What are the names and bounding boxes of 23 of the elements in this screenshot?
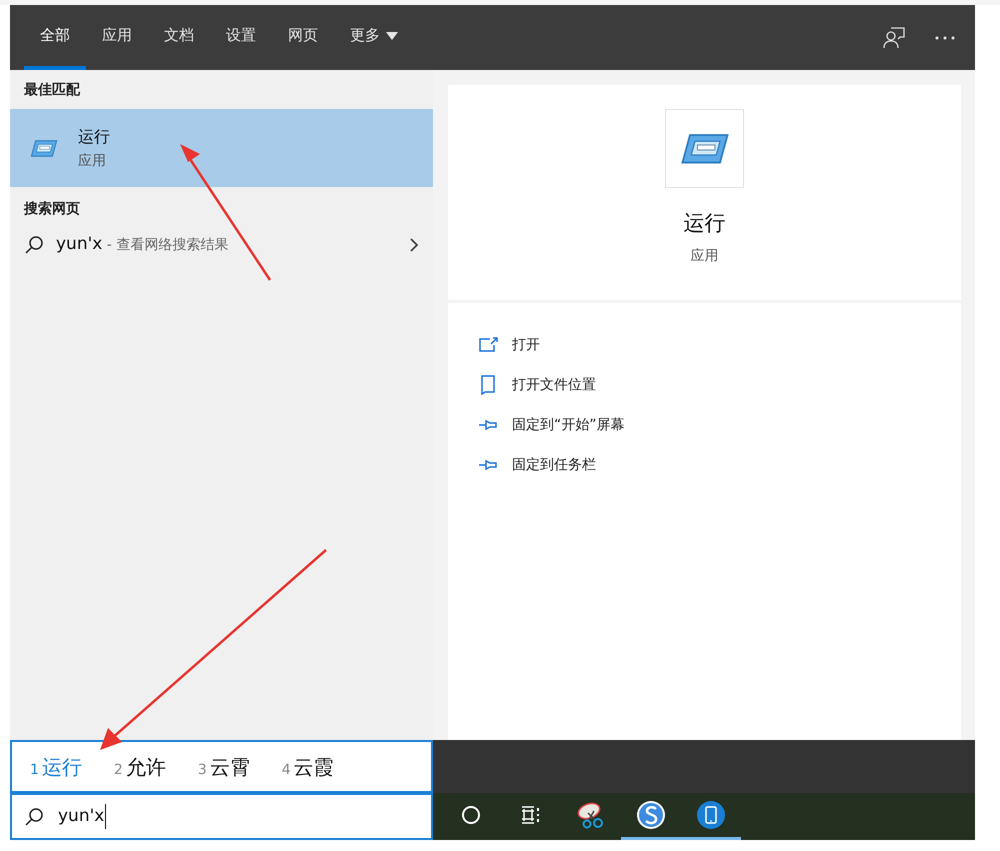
filter-tab[interactable]: 设置	[210, 5, 272, 70]
preview-subtitle: 应用	[690, 246, 718, 266]
result-subtitle: 应用	[78, 152, 107, 170]
search-box[interactable]: yun'x	[10, 793, 433, 840]
filter-tab[interactable]: 应用	[86, 5, 148, 70]
web-search-result[interactable]: yun'x - 查看网络搜索结果	[56, 232, 397, 258]
filter-tab[interactable]: 网页	[272, 5, 334, 70]
preview-title: 运行	[684, 210, 726, 237]
ime-candidate[interactable]: 4 云霞	[282, 752, 334, 782]
result-title: 运行	[78, 126, 110, 148]
ime-candidate[interactable]: 2 允许	[114, 752, 166, 782]
filter-tab[interactable]: 文档	[148, 5, 210, 70]
action-item[interactable]: 打开	[512, 334, 540, 356]
search-text: yun'x	[58, 804, 106, 830]
ime-candidate[interactable]: 1 运行	[30, 752, 82, 782]
action-item[interactable]: 固定到任务栏	[512, 454, 596, 476]
filter-tab[interactable]: 更多	[334, 5, 414, 70]
section-heading: 搜索网页	[22, 200, 81, 219]
action-item[interactable]: 固定到“开始”屏幕	[512, 414, 625, 436]
ime-candidate[interactable]: 3 云霄	[198, 752, 250, 782]
best-match-item[interactable]: 运行 应用	[10, 109, 433, 187]
section-heading: 最佳匹配	[23, 81, 82, 100]
action-item[interactable]: 打开文件位置	[512, 374, 596, 396]
